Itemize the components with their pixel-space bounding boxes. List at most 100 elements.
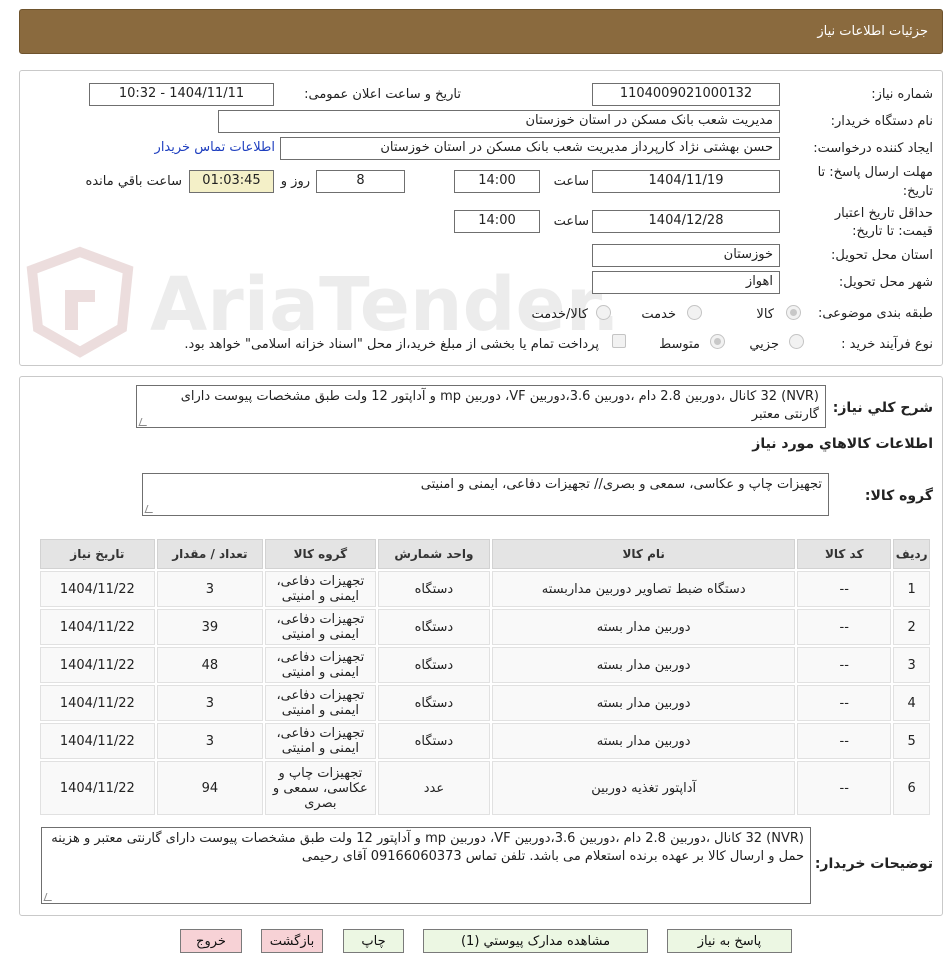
item-qty: 39 [156, 609, 264, 645]
table-row: 3 -- دوربین مدار بسته دستگاه تجهیزات دفا… [40, 647, 930, 683]
buyer-org-label: نام دستگاه خریدار: [830, 114, 933, 129]
table-row: 2 -- دوربین مدار بسته دستگاه تجهیزات دفا… [40, 609, 930, 645]
table-row: 1 -- دستگاه ضبط تصاویر دوربین مداربسته د… [40, 571, 930, 607]
buyer-notes-field: (NVR) 32 کانال ،دوربین 2.8 دام ،دوربین 3… [41, 827, 811, 904]
item-name: دوربین مدار بسته [492, 609, 796, 645]
row-number: 4 [893, 685, 930, 721]
item-group: تجهیزات دفاعی، ایمنی و امنیتی [265, 571, 376, 607]
col-name-header: نام کالا [492, 539, 796, 569]
province-field: خوزستان [592, 244, 780, 267]
item-group: تجهیزات چاپ و عکاسی، سمعی و بصری [265, 761, 376, 815]
treasury-checkbox[interactable] [612, 334, 626, 348]
reply-button[interactable]: پاسخ به نیاز [667, 929, 792, 953]
item-date: 1404/11/22 [40, 609, 155, 645]
item-group: تجهیزات دفاعی، ایمنی و امنیتی [265, 723, 376, 759]
validity-label-line2: قیمت: تا تاریخ: [852, 224, 933, 239]
category-radio-goods[interactable] [786, 305, 801, 320]
back-button[interactable]: بازگشت [261, 929, 323, 953]
process-radio-minor[interactable] [789, 334, 804, 349]
deadline-time-label: ساعت [553, 174, 589, 189]
table-row: 6 -- آداپتور تغذیه دوربین عدد تجهیزات چا… [40, 761, 930, 815]
item-name: آداپتور تغذیه دوربین [492, 761, 796, 815]
item-group: تجهیزات دفاعی، ایمنی و امنیتی [265, 647, 376, 683]
category-option-goods: کالا [756, 307, 774, 322]
item-date: 1404/11/22 [40, 685, 155, 721]
items-table: رديف کد کالا نام کالا واحد شمارش گروه کا… [38, 537, 932, 817]
creator-label: ایجاد کننده درخواست: [813, 141, 933, 156]
exit-button[interactable]: خروج [180, 929, 242, 953]
item-code: -- [797, 761, 892, 815]
item-unit: دستگاه [377, 723, 491, 759]
col-qty-header: تعداد / مقدار [156, 539, 264, 569]
col-code-header: کد کالا [797, 539, 892, 569]
col-unit-header: واحد شمارش [377, 539, 491, 569]
item-date: 1404/11/22 [40, 647, 155, 683]
item-code: -- [797, 685, 892, 721]
item-qty: 94 [156, 761, 264, 815]
item-code: -- [797, 571, 892, 607]
row-number: 6 [893, 761, 930, 815]
item-qty: 3 [156, 685, 264, 721]
process-label: نوع فرآیند خرید : [841, 337, 933, 352]
goods-group-field: تجهیزات چاپ و عکاسی، سمعی و بصری// تجهیز… [142, 473, 829, 516]
creator-field: حسن بهشتی نژاد کارپرداز مدیریت شعب بانک … [280, 137, 780, 160]
days-field: 8 [316, 170, 405, 193]
item-date: 1404/11/22 [40, 723, 155, 759]
category-label: طبقه بندی موضوعی: [817, 306, 933, 321]
item-name: دستگاه ضبط تصاویر دوربین مداربسته [492, 571, 796, 607]
print-button[interactable]: چاپ [343, 929, 404, 953]
item-code: -- [797, 609, 892, 645]
item-qty: 3 [156, 723, 264, 759]
item-group: تجهیزات دفاعی، ایمنی و امنیتی [265, 609, 376, 645]
item-group: تجهیزات دفاعی، ایمنی و امنیتی [265, 685, 376, 721]
item-qty: 3 [156, 571, 264, 607]
deadline-time-field: 14:00 [454, 170, 540, 193]
process-option-minor: جزيي [749, 337, 779, 352]
contact-info-link[interactable]: اطلاعات تماس خریدار [155, 140, 275, 155]
item-unit: دستگاه [377, 647, 491, 683]
col-date-header: تاريخ نياز [40, 539, 155, 569]
page-title: جزئیات اطلاعات نیاز [817, 24, 928, 39]
city-field: اهواز [592, 271, 780, 294]
item-unit: دستگاه [377, 609, 491, 645]
table-row: 5 -- دوربین مدار بسته دستگاه تجهیزات دفا… [40, 723, 930, 759]
validity-date-field: 1404/12/28 [592, 210, 780, 233]
table-header-row: رديف کد کالا نام کالا واحد شمارش گروه کا… [40, 539, 930, 569]
item-date: 1404/11/22 [40, 571, 155, 607]
deadline-label-line1: مهلت ارسال پاسخ: تا [817, 165, 933, 180]
item-name: دوربین مدار بسته [492, 723, 796, 759]
goods-group-label: گروه کالا: [864, 488, 933, 504]
category-option-service: خدمت [641, 307, 676, 322]
row-number: 2 [893, 609, 930, 645]
row-number: 3 [893, 647, 930, 683]
goods-section-title: اطلاعات کالاهاي مورد نياز [752, 436, 933, 452]
item-unit: عدد [377, 761, 491, 815]
process-option-medium: متوسط [659, 337, 700, 352]
category-radio-service[interactable] [687, 305, 702, 320]
row-number: 5 [893, 723, 930, 759]
item-code: -- [797, 723, 892, 759]
need-number-field: 1104009021000132 [592, 83, 780, 106]
city-label: شهر محل تحویل: [838, 275, 933, 290]
deadline-date-field: 1404/11/19 [592, 170, 780, 193]
validity-time-label: ساعت [553, 214, 589, 229]
summary-label: شرح کلي نياز: [832, 400, 933, 416]
process-radio-medium[interactable] [710, 334, 725, 349]
remaining-label: ساعت باقي مانده [85, 174, 182, 189]
col-row-header: رديف [893, 539, 930, 569]
announce-label: تاریخ و ساعت اعلان عمومی: [304, 87, 461, 102]
days-label: روز و [280, 174, 310, 189]
attachments-button[interactable]: مشاهده مدارک پیوستي (1) [423, 929, 648, 953]
announce-field: 1404/11/11 - 10:32 [89, 83, 274, 106]
item-date: 1404/11/22 [40, 761, 155, 815]
remaining-time-field: 01:03:45 [189, 170, 274, 193]
category-radio-goods-service[interactable] [596, 305, 611, 320]
page-header: جزئیات اطلاعات نیاز [19, 9, 943, 54]
col-group-header: گروه کالا [265, 539, 376, 569]
treasury-note: پرداخت تمام یا بخشی از مبلغ خرید،از محل … [184, 337, 599, 352]
buyer-org-field: مدیریت شعب بانک مسکن در استان خوزستان [218, 110, 780, 133]
validity-label-line1: حداقل تاریخ اعتبار [834, 206, 933, 221]
validity-time-field: 14:00 [454, 210, 540, 233]
deadline-label-line2: تاریخ: [902, 184, 933, 199]
item-code: -- [797, 647, 892, 683]
